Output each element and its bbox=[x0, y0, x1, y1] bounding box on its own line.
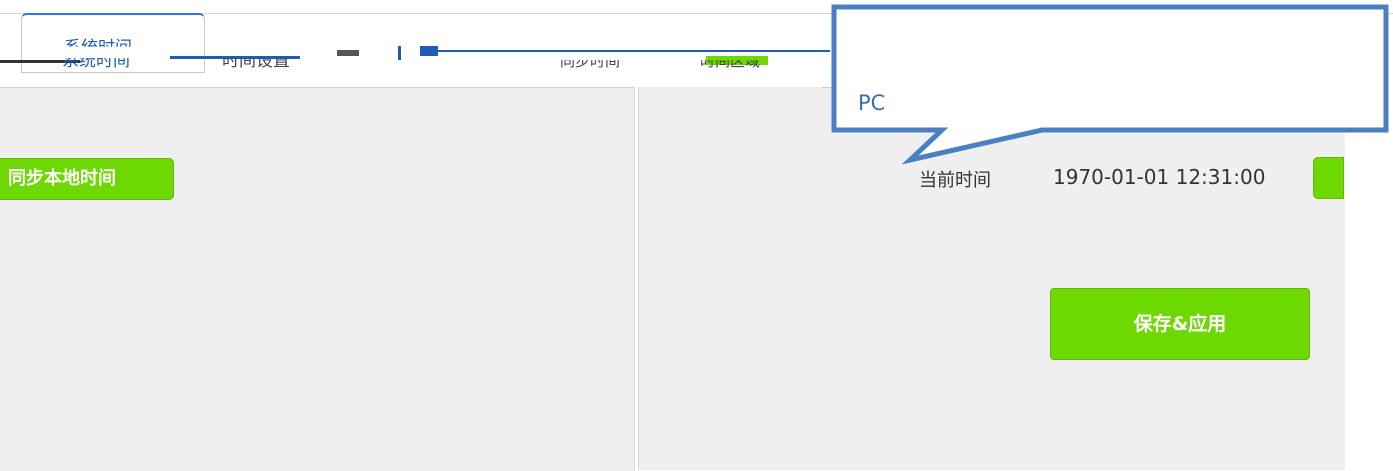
tooltip-bubble bbox=[831, 4, 1389, 165]
tooltip-text: PC bbox=[858, 91, 886, 115]
